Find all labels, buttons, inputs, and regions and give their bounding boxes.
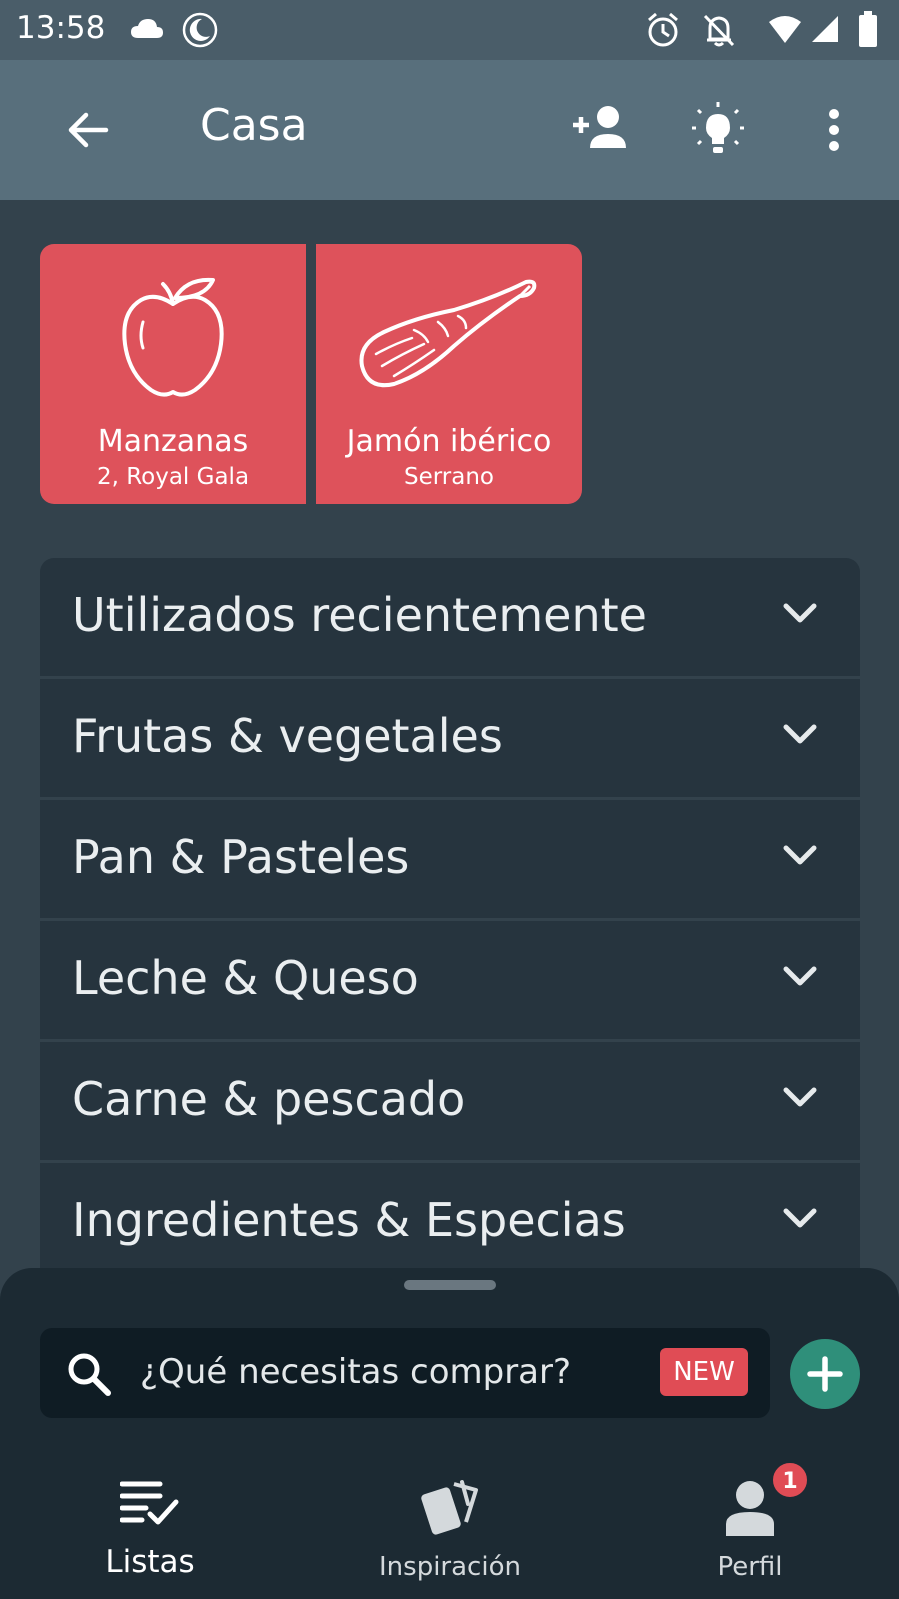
back-arrow-icon[interactable] (66, 108, 110, 152)
search-icon (68, 1353, 111, 1396)
person-icon (726, 1481, 774, 1536)
search-placeholder: ¿Qué necesitas comprar? (140, 1352, 572, 1392)
nav-label: Listas (105, 1544, 195, 1580)
category-list: Utilizados recientemente Frutas & vegeta… (40, 558, 860, 1284)
chevron-down-icon (783, 845, 817, 865)
bell-off-icon (703, 14, 735, 47)
tile-name: Jamón ibérico (346, 424, 552, 459)
category-label: Leche & Queso (72, 951, 419, 1005)
nav-label: Perfil (717, 1552, 783, 1582)
chevron-down-icon (783, 966, 817, 986)
category-pan-pasteles[interactable]: Pan & Pasteles (40, 800, 860, 918)
new-badge: NEW (660, 1348, 748, 1396)
bottom-sheet: ¿Qué necesitas comprar? NEW Listas Inspi… (0, 1268, 899, 1599)
list-check-icon (120, 1481, 179, 1525)
category-carne-pescado[interactable]: Carne & pescado (40, 1042, 860, 1160)
app-bar: Casa (0, 60, 899, 200)
nav-listas[interactable]: Listas (50, 1468, 250, 1588)
category-utilizados-recientemente[interactable]: Utilizados recientemente (40, 558, 860, 676)
category-label: Carne & pescado (72, 1072, 466, 1126)
tile-subtitle: 2, Royal Gala (96, 464, 250, 490)
chevron-down-icon (783, 1208, 817, 1228)
status-time: 13:58 (16, 10, 106, 46)
plus-icon (807, 1356, 843, 1392)
battery-icon (859, 11, 877, 47)
category-label: Pan & Pasteles (72, 830, 410, 884)
wifi-icon (769, 16, 801, 43)
add-item-button[interactable] (790, 1339, 860, 1409)
cards-icon (421, 1480, 478, 1535)
nav-perfil[interactable]: 1 Perfil (650, 1460, 850, 1588)
moon-icon (182, 12, 218, 48)
apple-icon (122, 277, 224, 397)
nav-inspiracion[interactable]: Inspiración (350, 1468, 550, 1588)
item-tile-jamon-iberico[interactable]: Jamón ibérico Serrano (316, 244, 582, 504)
notification-badge: 1 (770, 1460, 810, 1500)
item-tile-manzanas[interactable]: Manzanas 2, Royal Gala (40, 244, 306, 504)
status-bar: 13:58 (0, 0, 899, 60)
page-title: Casa (200, 100, 308, 151)
chevron-down-icon (783, 1087, 817, 1107)
selected-items: Manzanas 2, Royal Gala Jamón ibérico Ser… (40, 244, 899, 504)
more-vert-icon[interactable] (826, 108, 842, 152)
ham-icon (359, 279, 537, 388)
signal-icon (812, 16, 838, 42)
category-frutas-vegetales[interactable]: Frutas & vegetales (40, 679, 860, 797)
tile-name: Manzanas (97, 424, 249, 459)
category-label: Frutas & vegetales (72, 709, 503, 763)
category-leche-queso[interactable]: Leche & Queso (40, 921, 860, 1039)
cloud-icon (131, 19, 163, 38)
add-person-icon[interactable] (570, 104, 630, 150)
category-label: Ingredientes & Especias (72, 1193, 626, 1247)
drag-handle[interactable] (404, 1280, 496, 1290)
tile-subtitle: Serrano (403, 464, 494, 490)
alarm-icon (648, 12, 678, 47)
category-ingredientes-especias[interactable]: Ingredientes & Especias (40, 1163, 860, 1281)
lightbulb-icon[interactable] (688, 100, 748, 158)
chevron-down-icon (783, 724, 817, 744)
nav-label: Inspiración (379, 1552, 521, 1582)
category-label: Utilizados recientemente (72, 588, 647, 642)
chevron-down-icon (783, 603, 817, 623)
search-input[interactable]: ¿Qué necesitas comprar? NEW (40, 1328, 770, 1418)
